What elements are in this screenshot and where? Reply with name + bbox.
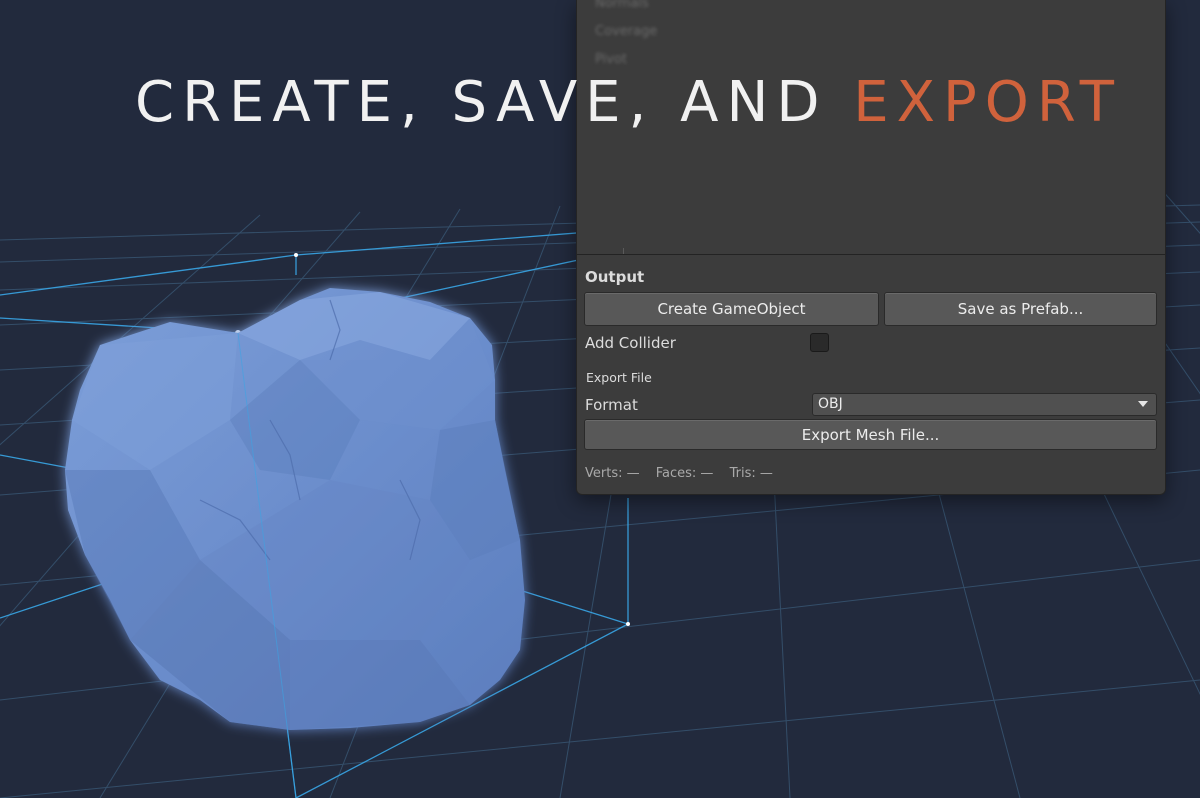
tris-count: Tris: — <box>729 466 773 481</box>
panel-faded-list: Normals Coverage Pivot <box>595 0 657 74</box>
divider-tick <box>623 248 624 254</box>
output-heading: Output <box>585 268 645 286</box>
faded-item: Coverage <box>595 24 658 39</box>
dropdown-arrow-icon <box>1138 401 1148 407</box>
faded-item: Normals <box>595 0 649 11</box>
section-divider <box>577 254 1165 255</box>
headline-main: CREATE, SAVE, AND <box>135 70 854 135</box>
format-label: Format <box>585 396 638 414</box>
headline-accent: EXPORT <box>853 70 1122 135</box>
save-prefab-button[interactable]: Save as Prefab... <box>884 292 1157 326</box>
create-gameobject-button[interactable]: Create GameObject <box>584 292 879 326</box>
faces-count: Faces: — <box>655 466 714 481</box>
export-mesh-button[interactable]: Export Mesh File... <box>584 419 1157 450</box>
add-collider-checkbox[interactable] <box>810 333 829 352</box>
headline: CREATE, SAVE, AND EXPORT <box>135 68 1122 138</box>
format-value: OBJ <box>818 396 843 412</box>
format-dropdown[interactable]: OBJ <box>812 393 1157 416</box>
verts-count: Verts: — <box>585 466 640 481</box>
mesh-stats: Verts: — Faces: — Tris: — <box>585 466 785 481</box>
export-file-heading: Export File <box>586 370 652 385</box>
add-collider-label: Add Collider <box>585 334 676 352</box>
